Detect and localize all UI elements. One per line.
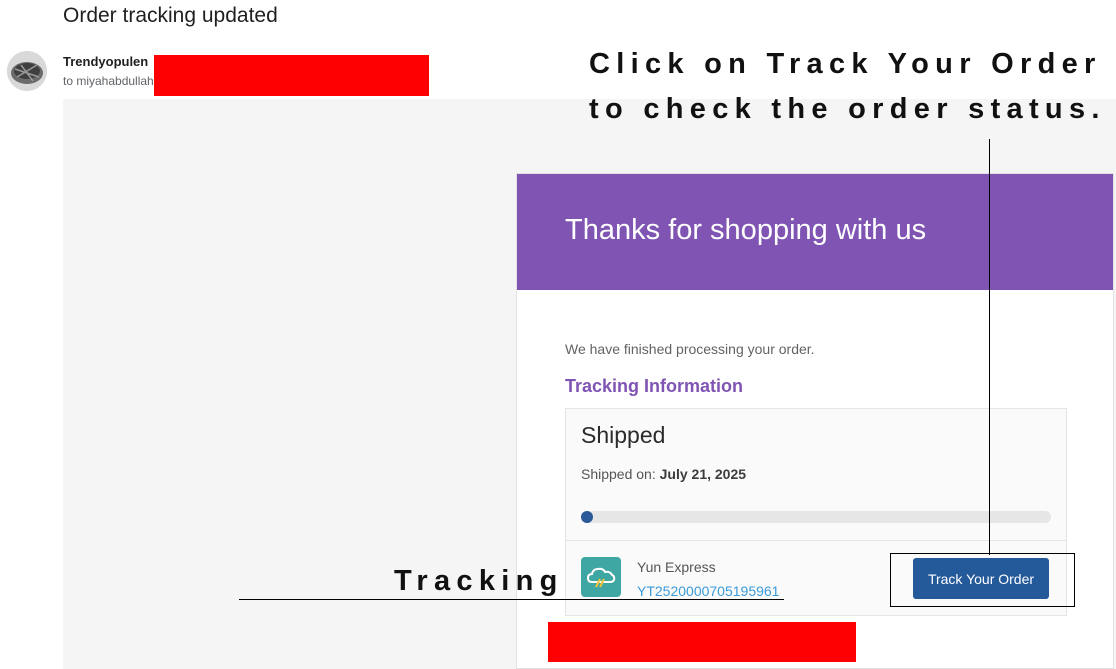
divider (566, 540, 1066, 541)
redaction-footer (548, 622, 856, 662)
annotation-tracking: Tracking (394, 565, 564, 597)
shipped-on-label: Shipped on: (581, 466, 656, 482)
recipient-line[interactable]: to miyahabdullah (63, 74, 154, 88)
shipped-on-date: July 21, 2025 (659, 466, 747, 482)
annotation-horizontal-line (239, 599, 784, 600)
sender-name[interactable]: Trendyopulen (63, 54, 148, 69)
annotation-button-outline (890, 553, 1075, 607)
avatar-icon (7, 51, 47, 91)
tracking-heading: Tracking Information (565, 376, 744, 396)
annotation-instruction: Click on Track Your Order to check the o… (589, 42, 1106, 132)
shipped-on: Shipped on: July 21, 2025 (581, 466, 746, 482)
email-subject: Order tracking updated (63, 4, 278, 27)
tracking-number-link[interactable]: YT2520000705195961 (637, 583, 779, 599)
carrier-name: Yun Express (637, 559, 716, 575)
progress-fill (581, 511, 593, 523)
annotation-vertical-line (989, 139, 990, 555)
avatar[interactable] (7, 51, 47, 91)
carrier-logo (581, 557, 621, 597)
annotation-line-2: to check the order status. (589, 93, 1106, 125)
card-header-title: Thanks for shopping with us (565, 214, 927, 246)
cloud-truck-icon (586, 567, 616, 588)
intro-text: We have finished processing your order. (565, 341, 815, 357)
redaction-sender (154, 55, 429, 96)
card-header: Thanks for shopping with us (517, 174, 1113, 290)
annotation-line-1: Click on Track Your Order (589, 48, 1102, 80)
progress-bar (581, 511, 1051, 523)
shipment-status: Shipped (581, 422, 666, 448)
